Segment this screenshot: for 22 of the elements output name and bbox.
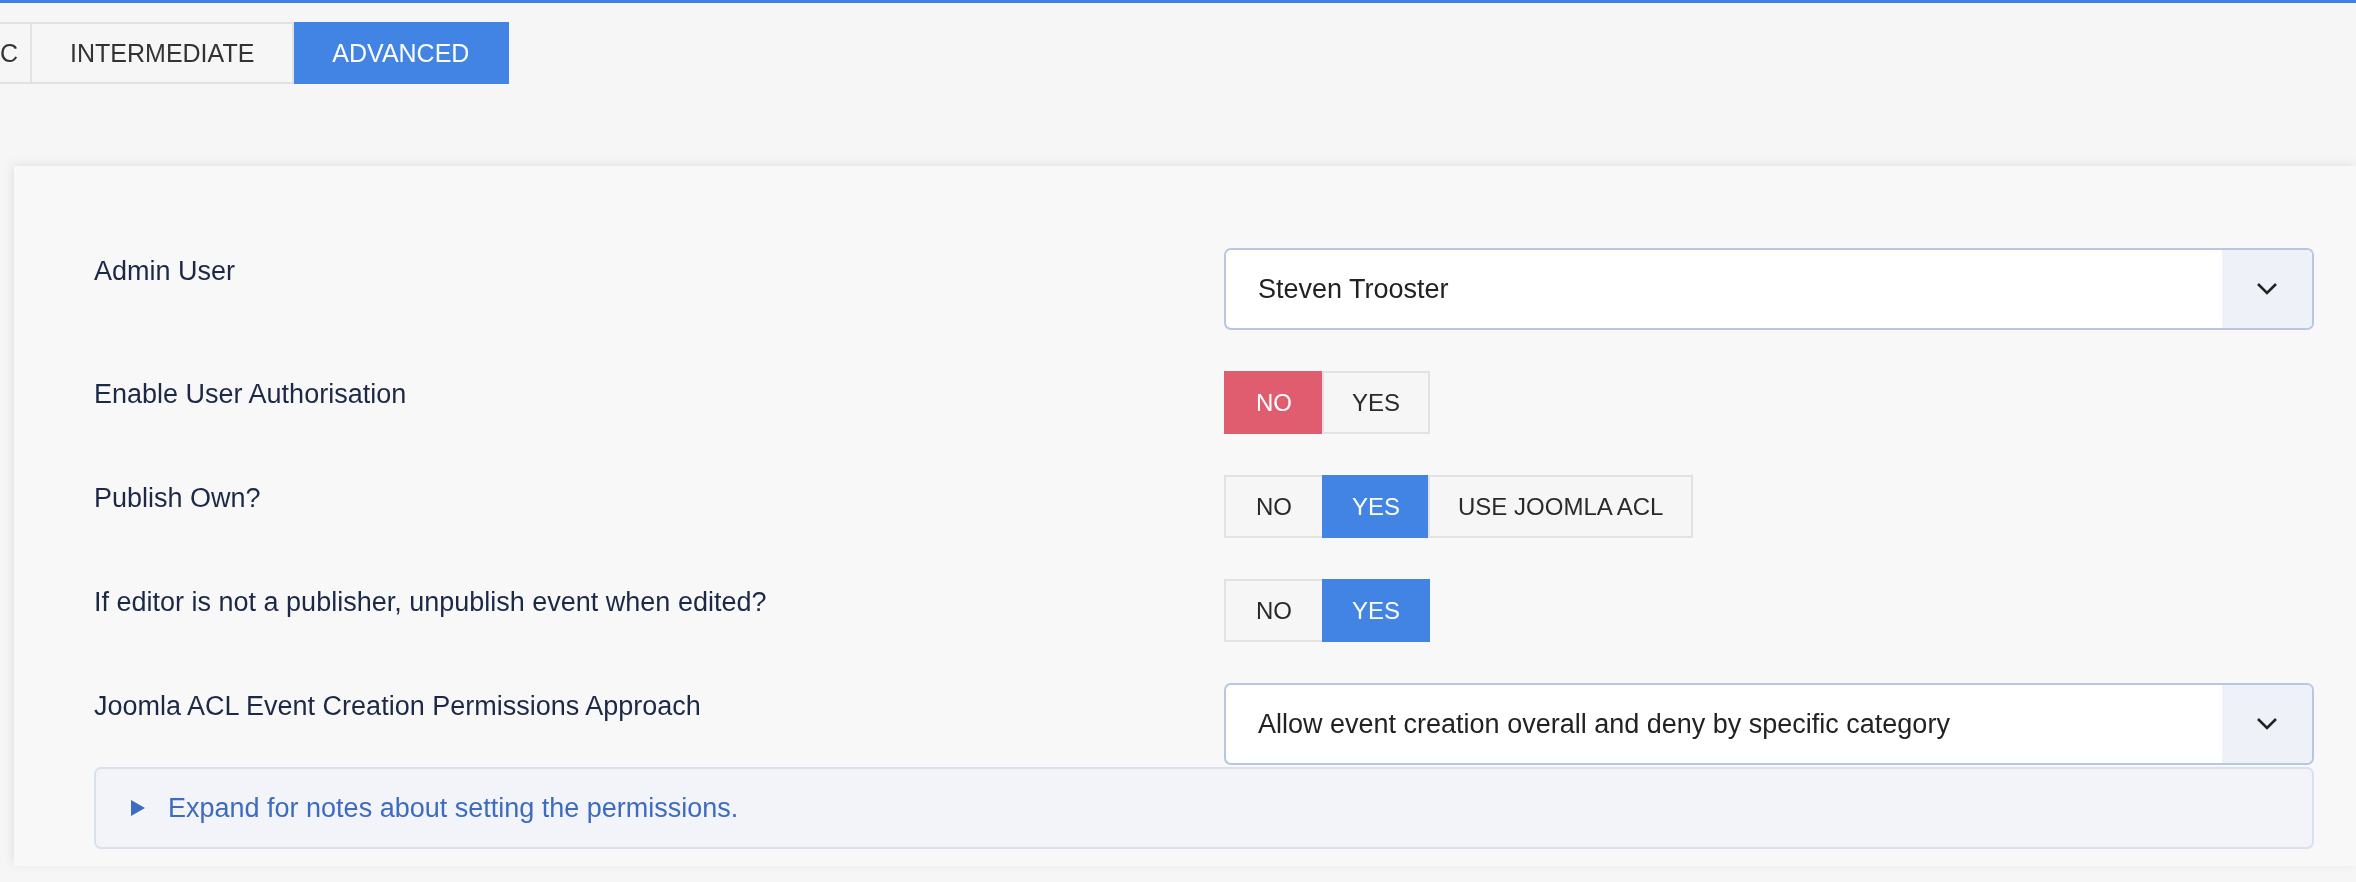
chevron-down-icon	[2256, 282, 2278, 296]
tab[interactable]: ADVANCED	[294, 22, 510, 84]
field-label: Publish Own?	[94, 482, 262, 514]
field-label: Enable User Authorisation	[94, 378, 408, 410]
dropdown-field[interactable]: Allow event creation overall and deny by specific category	[1224, 683, 2314, 765]
toggle-option[interactable]: NO	[1224, 371, 1324, 434]
field-label: Joomla ACL Event Creation Permissions Approach	[94, 690, 702, 722]
notes-link[interactable]: Expand for notes about setting the permissions.	[168, 792, 739, 824]
field-label: If editor is not a publisher, unpublish event when edited?	[94, 586, 768, 618]
toggle-option[interactable]: YES	[1322, 371, 1431, 434]
triangle-right-icon	[130, 799, 146, 817]
field-label: Admin User	[94, 255, 237, 287]
chevron-down-icon	[2256, 717, 2278, 731]
toggle-option[interactable]: NO	[1224, 579, 1324, 642]
tab[interactable]: C	[0, 22, 33, 84]
toggle-option[interactable]: YES	[1322, 475, 1431, 538]
toggle-option[interactable]: YES	[1322, 579, 1431, 642]
dropdown-field[interactable]: Steven Trooster	[1224, 248, 2314, 330]
tab[interactable]: INTERMEDIATE	[32, 22, 295, 84]
toggle-option[interactable]: USE JOOMLA ACL	[1428, 475, 1694, 538]
notes-panel[interactable]: Expand for notes about setting the permissions.	[94, 767, 2314, 849]
toggle-option[interactable]: NO	[1224, 475, 1324, 538]
